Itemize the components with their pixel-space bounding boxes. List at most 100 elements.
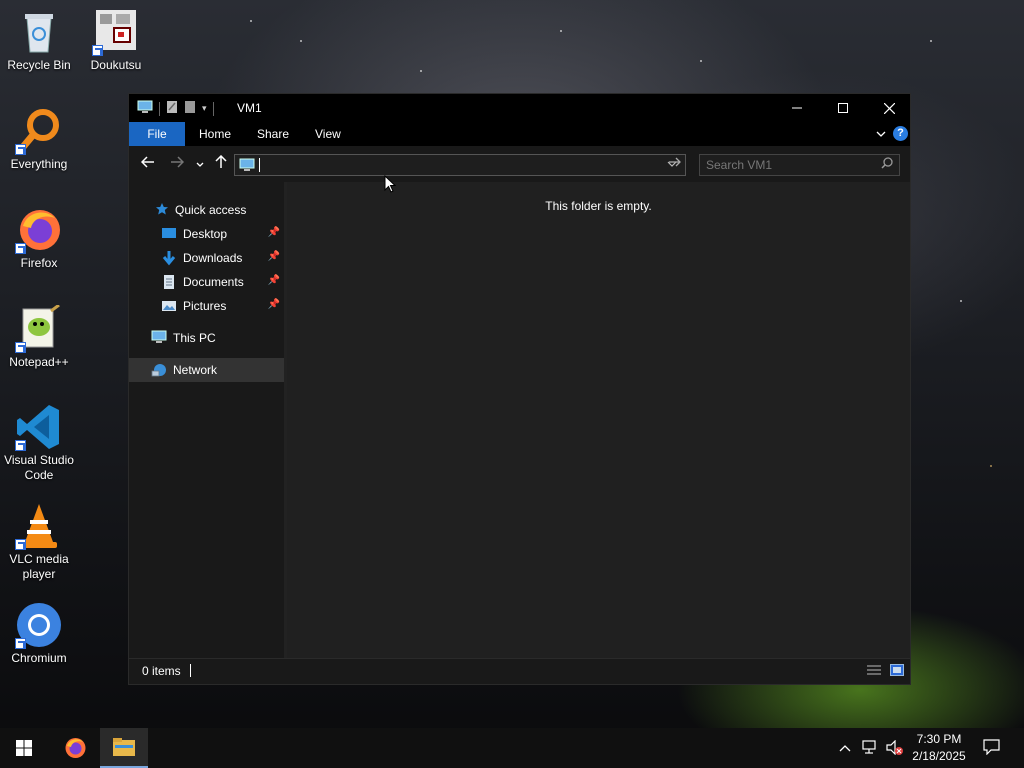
ribbon: File Home Share View ? <box>129 122 910 146</box>
taskbar: 7:30 PM 2/18/2025 <box>0 728 1024 768</box>
large-icons-view-icon[interactable] <box>890 664 904 676</box>
nav-item-pictures[interactable]: Pictures 📌 <box>129 294 284 318</box>
address-bar[interactable] <box>234 154 686 176</box>
nav-item-downloads[interactable]: Downloads 📌 <box>129 246 284 270</box>
go-arrow-icon[interactable] <box>668 156 682 171</box>
close-button[interactable] <box>866 94 912 122</box>
navigation-bar <box>129 146 910 182</box>
nav-item-this-pc[interactable]: This PC <box>129 326 284 350</box>
start-button[interactable] <box>0 728 48 768</box>
this-pc-icon <box>151 330 167 346</box>
volume-muted-icon[interactable] <box>886 739 904 758</box>
clock-date: 2/18/2025 <box>912 749 966 763</box>
tab-file[interactable]: File <box>129 122 185 146</box>
shortcut-arrow-icon <box>15 440 26 451</box>
chromium-icon <box>15 601 63 649</box>
desktop-icon-vscode[interactable]: Visual Studio Code <box>1 403 77 483</box>
desktop-icon-recycle-bin[interactable]: Recycle Bin <box>1 8 77 73</box>
doukutsu-icon <box>92 8 140 56</box>
nav-item-label: Network <box>173 363 218 377</box>
desktop-folder-icon <box>161 226 177 242</box>
windows-logo-icon <box>16 740 32 756</box>
tab-view[interactable]: View <box>301 122 355 146</box>
nav-item-label: This PC <box>173 331 216 345</box>
everything-icon <box>15 107 63 155</box>
navigation-pane: Quick access Desktop 📌 Downloads 📌 Docum… <box>129 182 284 661</box>
back-button[interactable] <box>140 155 155 173</box>
this-pc-icon <box>239 158 255 175</box>
status-separator <box>190 664 191 677</box>
vlc-icon <box>15 502 63 550</box>
firefox-icon <box>15 206 63 254</box>
search-box[interactable] <box>699 154 900 176</box>
window-title: VM1 <box>237 101 262 115</box>
search-icon <box>881 157 893 172</box>
tab-share[interactable]: Share <box>243 122 303 146</box>
system-clock[interactable]: 7:30 PM 2/18/2025 <box>904 731 974 765</box>
mouse-cursor-icon <box>384 174 397 196</box>
vscode-icon <box>15 403 63 451</box>
title-bar[interactable]: ▾ VM1 <box>129 94 910 122</box>
maximize-button[interactable] <box>820 94 866 122</box>
tab-home[interactable]: Home <box>185 122 245 146</box>
taskbar-file-explorer-button[interactable] <box>100 728 148 768</box>
pictures-icon <box>161 298 177 314</box>
nav-item-label: Documents <box>183 275 244 289</box>
desktop-icon-chromium[interactable]: Chromium <box>1 601 77 666</box>
search-input[interactable] <box>706 157 866 173</box>
details-view-icon[interactable] <box>867 664 881 676</box>
nav-item-label: Quick access <box>175 203 247 217</box>
pin-icon[interactable]: 📌 <box>268 275 280 286</box>
separator <box>212 101 214 116</box>
clock-time: 7:30 PM <box>916 732 962 746</box>
shortcut-arrow-icon <box>15 342 26 353</box>
nav-item-network[interactable]: Network <box>129 358 284 382</box>
shortcut-arrow-icon <box>15 144 26 155</box>
documents-icon <box>161 274 177 290</box>
taskbar-firefox-button[interactable] <box>51 728 99 768</box>
separator <box>159 101 160 116</box>
desktop-icon-doukutsu[interactable]: Doukutsu <box>78 8 154 73</box>
customize-toolbar-icon[interactable]: ▾ <box>202 103 207 114</box>
this-pc-icon <box>137 100 153 117</box>
network-icon <box>151 362 167 378</box>
notepadpp-icon <box>15 303 63 353</box>
firefox-icon <box>65 738 86 758</box>
pin-icon[interactable]: 📌 <box>268 251 280 262</box>
desktop-icon-firefox[interactable]: Firefox <box>1 206 77 271</box>
network-status-icon[interactable] <box>862 740 879 758</box>
star-icon <box>155 202 169 218</box>
status-bar: 0 items <box>129 658 910 684</box>
action-center-icon[interactable] <box>983 739 1000 758</box>
desktop-icon-notepadpp[interactable]: Notepad++ <box>1 303 77 370</box>
help-icon[interactable]: ? <box>893 126 908 141</box>
shortcut-arrow-icon <box>92 45 103 56</box>
recent-locations-chevron-icon[interactable] <box>196 155 204 173</box>
desktop-icon-everything[interactable]: Everything <box>1 107 77 172</box>
downloads-arrow-icon <box>161 250 177 266</box>
nav-item-documents[interactable]: Documents 📌 <box>129 270 284 294</box>
shortcut-arrow-icon <box>15 638 26 649</box>
pin-icon[interactable]: 📌 <box>268 299 280 310</box>
text-caret <box>259 158 260 172</box>
properties-icon[interactable] <box>166 100 178 117</box>
nav-item-desktop[interactable]: Desktop 📌 <box>129 222 284 246</box>
nav-item-label: Desktop <box>183 227 228 241</box>
forward-button[interactable] <box>170 155 185 173</box>
minimize-button[interactable] <box>774 94 820 122</box>
desktop-icon-vlc[interactable]: VLC media player <box>1 502 77 582</box>
new-folder-icon[interactable] <box>184 100 196 117</box>
show-hidden-icons-chevron-icon[interactable] <box>839 740 851 755</box>
quick-access-toolbar: ▾ <box>137 100 214 117</box>
nav-item-quick-access[interactable]: Quick access <box>129 198 284 222</box>
file-explorer-folder-icon <box>113 738 135 756</box>
file-explorer-window: ▾ VM1 File Home Share View ? Search VM1 … <box>128 93 911 685</box>
recycle-bin-icon <box>15 8 63 56</box>
nav-item-label: Downloads <box>183 251 243 265</box>
empty-folder-message: This folder is empty. <box>545 199 652 213</box>
up-button[interactable] <box>215 154 227 174</box>
nav-item-label: Pictures <box>183 299 227 313</box>
file-list-area[interactable]: This folder is empty. <box>287 182 910 661</box>
pin-icon[interactable]: 📌 <box>268 227 280 238</box>
expand-ribbon-chevron-icon[interactable] <box>876 127 886 141</box>
